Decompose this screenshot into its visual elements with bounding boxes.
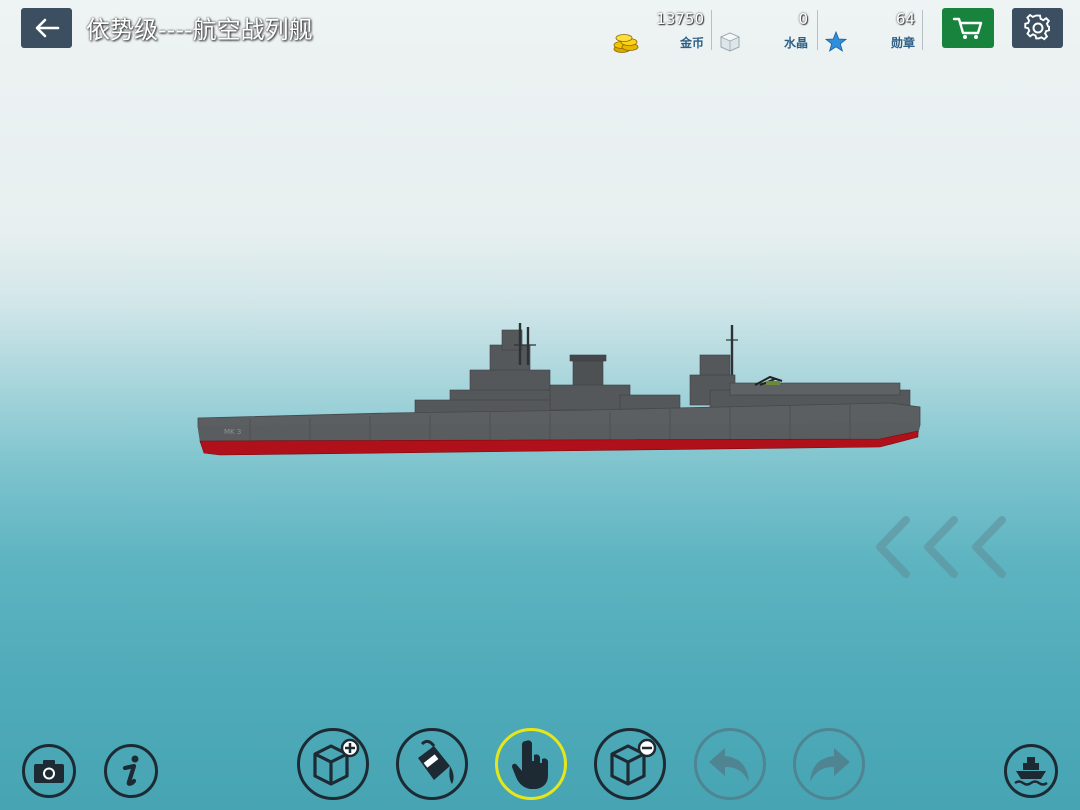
hull-marking: MK 3 (224, 428, 241, 436)
game-viewport[interactable]: 依势级----航空战列舰 13750 金币 0 水晶 64 勋章 MK 3 (0, 0, 1080, 810)
remove-block-button[interactable] (594, 728, 666, 800)
screenshot-button[interactable] (22, 744, 76, 798)
gold-value: 13750 (656, 10, 704, 28)
crystal-counter: 0 水晶 (716, 8, 814, 52)
info-button[interactable] (104, 744, 158, 798)
crystal-icon (720, 32, 740, 52)
ship-title: 依势级----航空战列舰 (86, 16, 313, 44)
chevron-left-icon[interactable] (868, 512, 1018, 582)
shopping-cart-icon (952, 17, 983, 39)
arrow-left-icon (35, 18, 59, 38)
gold-coins-icon (613, 34, 639, 53)
crystal-label: 水晶 (783, 36, 808, 50)
remove-block-icon (610, 738, 657, 786)
divider (922, 10, 923, 50)
redo-button[interactable] (793, 728, 865, 800)
shop-button[interactable] (942, 8, 994, 48)
star-icon (824, 30, 848, 52)
launch-ship-button[interactable] (1004, 744, 1058, 798)
divider (711, 10, 712, 50)
undo-icon (709, 748, 749, 782)
settings-button[interactable] (1012, 8, 1063, 48)
paint-bucket-icon (418, 739, 454, 784)
add-block-button[interactable] (297, 728, 369, 800)
undo-button[interactable] (694, 728, 766, 800)
paint-button[interactable] (396, 728, 468, 800)
select-hand-button[interactable] (495, 728, 567, 800)
medal-counter: 64 勋章 (822, 8, 921, 52)
add-block-icon (313, 738, 360, 786)
gear-icon (1023, 14, 1050, 41)
launch-ship-icon (1014, 757, 1048, 786)
crystal-value: 0 (798, 10, 808, 28)
medal-label: 勋章 (890, 36, 915, 50)
hand-pointer-icon (512, 740, 548, 789)
gold-counter: 13750 金币 (610, 8, 710, 53)
battleship-model[interactable]: MK 3 (190, 315, 930, 465)
gold-label: 金币 (679, 36, 704, 50)
back-button[interactable] (21, 8, 72, 48)
redo-icon (810, 748, 850, 782)
info-icon (122, 755, 139, 786)
divider (817, 10, 818, 50)
medal-value: 64 (895, 10, 915, 28)
camera-icon (34, 760, 64, 783)
